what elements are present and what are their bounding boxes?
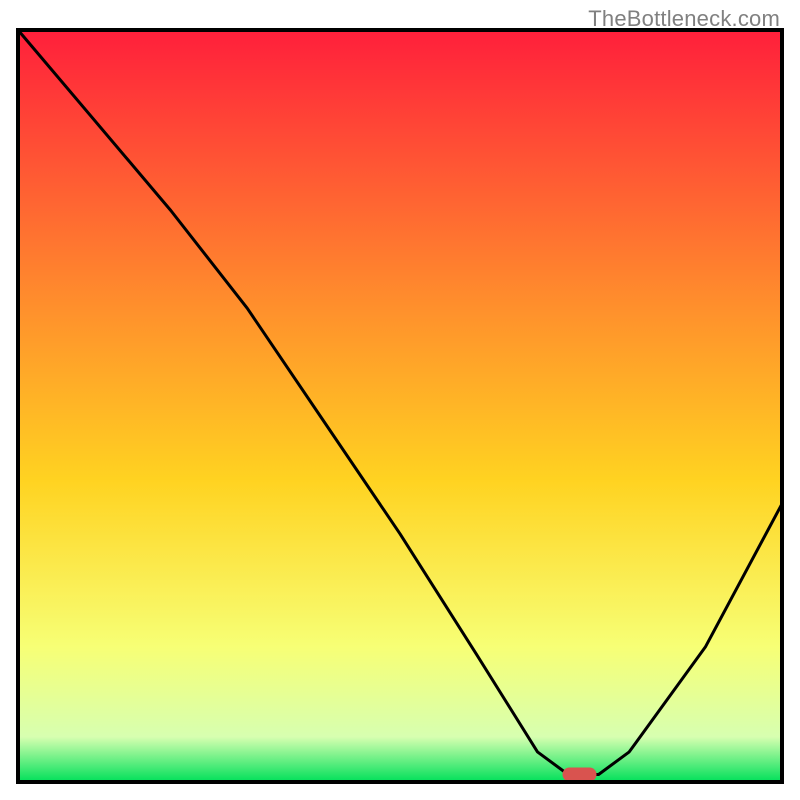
chart-container: TheBottleneck.com [0,0,800,800]
gradient-background [18,30,782,782]
optimal-marker [563,768,597,782]
bottleneck-chart [0,0,800,800]
watermark-text: TheBottleneck.com [588,6,780,32]
